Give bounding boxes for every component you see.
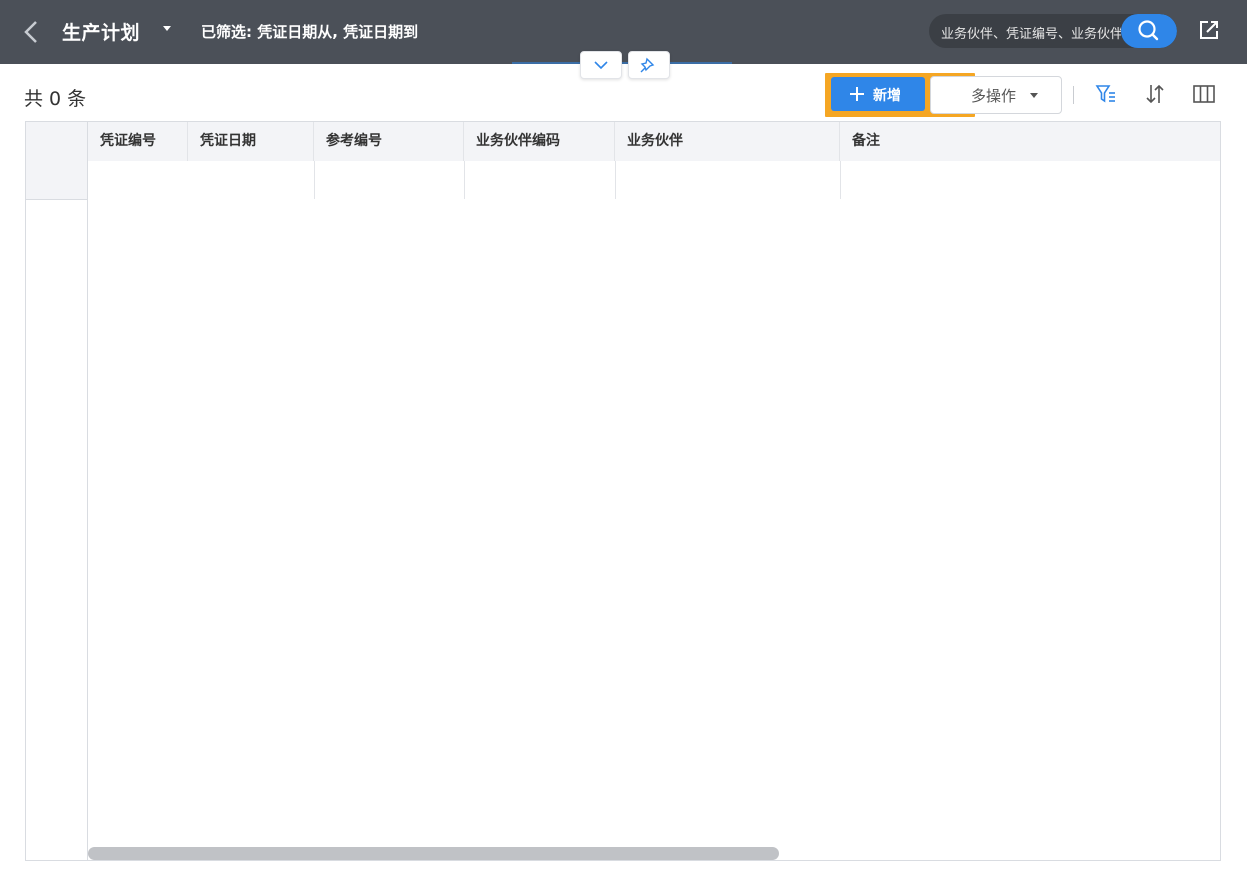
sort-button[interactable] bbox=[1143, 82, 1167, 106]
pin-filter-button[interactable] bbox=[628, 51, 670, 79]
select-all-cell[interactable] bbox=[26, 122, 87, 200]
horizontal-scrollbar[interactable] bbox=[88, 847, 779, 860]
data-table: 凭证编号 凭证日期 参考编号 业务伙伴编码 业务伙伴 备注 bbox=[25, 121, 1221, 861]
toolbar-divider bbox=[1073, 86, 1074, 104]
filter-icon bbox=[1095, 85, 1115, 103]
column-header-remarks[interactable]: 备注 bbox=[840, 122, 1220, 161]
expand-filter-button[interactable] bbox=[580, 51, 622, 79]
search-icon bbox=[1138, 20, 1159, 41]
chevron-down-icon bbox=[594, 61, 608, 70]
caret-down-icon[interactable] bbox=[163, 26, 171, 31]
page-title: 生产计划 bbox=[62, 22, 141, 44]
columns-button[interactable] bbox=[1192, 82, 1216, 106]
add-button-label: 新增 bbox=[873, 88, 901, 104]
column-divider bbox=[840, 161, 841, 199]
search-input[interactable]: 业务伙伴、凭证编号、业务伙伴编码 bbox=[941, 23, 1121, 42]
column-divider bbox=[615, 161, 616, 199]
pin-icon bbox=[640, 57, 655, 73]
sort-icon bbox=[1146, 84, 1164, 104]
column-header-partner-code[interactable]: 业务伙伴编码 bbox=[464, 122, 615, 161]
plus-icon bbox=[850, 87, 864, 101]
column-divider bbox=[464, 161, 465, 199]
add-button[interactable]: 新增 bbox=[831, 77, 925, 111]
chevron-left-icon bbox=[24, 21, 37, 43]
filter-button[interactable] bbox=[1094, 82, 1118, 106]
columns-icon bbox=[1193, 85, 1215, 103]
share-button[interactable] bbox=[1196, 17, 1222, 43]
column-header-voucher-date[interactable]: 凭证日期 bbox=[188, 122, 314, 161]
search-box[interactable]: 业务伙伴、凭证编号、业务伙伴编码 bbox=[929, 14, 1177, 48]
top-bar: 生产计划 已筛选: 凭证日期从, 凭证日期到 业务伙伴、凭证编号、业务伙伴编码 bbox=[0, 0, 1247, 64]
column-divider bbox=[314, 161, 315, 199]
column-header-reference-no[interactable]: 参考编号 bbox=[314, 122, 464, 161]
share-icon bbox=[1200, 21, 1218, 39]
filter-summary[interactable]: 已筛选: 凭证日期从, 凭证日期到 bbox=[201, 21, 418, 42]
back-button[interactable] bbox=[18, 16, 46, 48]
step-number: 1 bbox=[945, 80, 962, 108]
tab-indicator bbox=[512, 62, 732, 64]
more-operations-label: 多操作 bbox=[971, 87, 1017, 105]
search-button[interactable] bbox=[1121, 14, 1177, 48]
row-header-column bbox=[26, 122, 88, 860]
table-header-row: 凭证编号 凭证日期 参考编号 业务伙伴编码 业务伙伴 备注 bbox=[88, 122, 1220, 161]
record-count: 共 0 条 bbox=[24, 88, 87, 110]
column-header-partner[interactable]: 业务伙伴 bbox=[615, 122, 840, 161]
column-header-voucher-no[interactable]: 凭证编号 bbox=[88, 122, 188, 161]
caret-down-icon bbox=[1030, 93, 1038, 98]
